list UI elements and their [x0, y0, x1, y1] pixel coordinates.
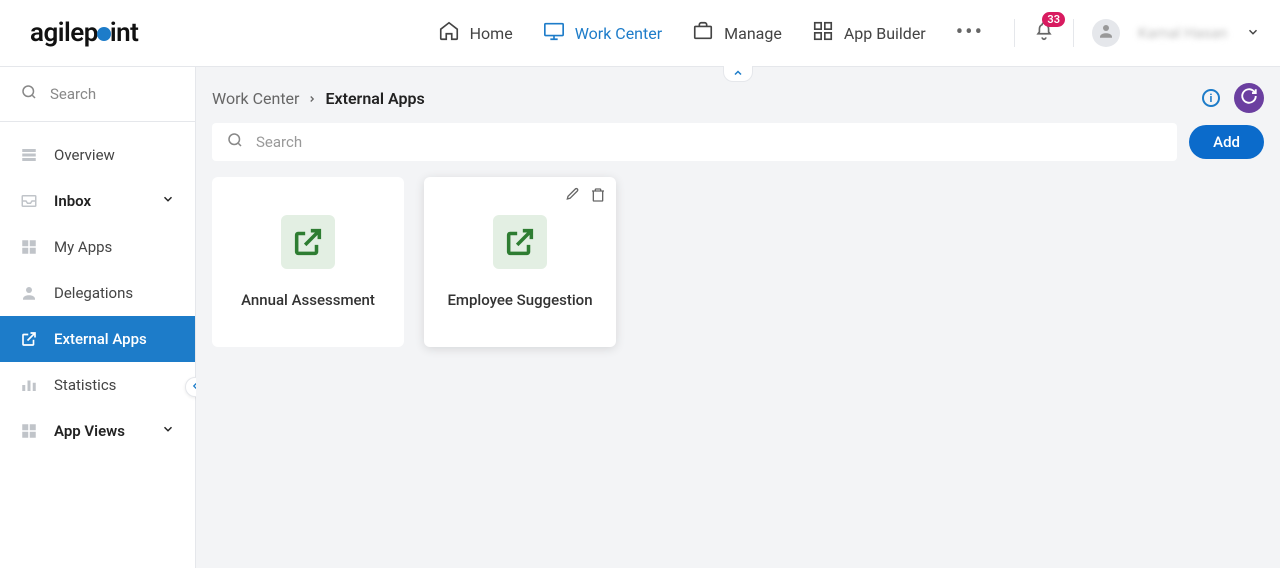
inbox-icon: [20, 192, 38, 210]
chevron-down-icon: [161, 192, 175, 210]
card-actions: [564, 187, 606, 207]
external-link-icon: [281, 215, 335, 269]
sidebar-item-delegations[interactable]: Delegations: [0, 270, 195, 316]
main-search-input[interactable]: [256, 133, 1163, 151]
nav-manage[interactable]: Manage: [692, 20, 782, 46]
sidebar-item-statistics[interactable]: Statistics: [0, 362, 195, 408]
card-label: Annual Assessment: [241, 291, 375, 309]
edit-button[interactable]: [564, 187, 580, 207]
nav-work-center-label: Work Center: [575, 24, 662, 43]
main-search[interactable]: [212, 123, 1177, 161]
nav-app-builder-label: App Builder: [844, 24, 926, 43]
card-label: Employee Suggestion: [447, 291, 592, 309]
briefcase-icon: [692, 20, 714, 46]
delete-button[interactable]: [590, 187, 606, 207]
search-icon: [226, 131, 244, 153]
top-nav: Home Work Center Manage App Builder •••: [438, 20, 984, 46]
sidebar-item-label: External Apps: [54, 330, 147, 348]
chart-icon: [20, 376, 38, 394]
more-icon: •••: [956, 22, 984, 44]
apps-icon: [20, 238, 38, 256]
monitor-icon: [543, 20, 565, 46]
breadcrumb-current: External Apps: [325, 89, 424, 108]
app-header: agilep int Home Work Center Manage: [0, 0, 1280, 67]
nav-home[interactable]: Home: [438, 20, 513, 46]
sidebar-item-my-apps[interactable]: My Apps: [0, 224, 195, 270]
chevron-down-icon[interactable]: [1246, 24, 1260, 43]
overview-icon: [20, 146, 38, 164]
sidebar-item-inbox[interactable]: Inbox: [0, 178, 195, 224]
user-icon: [1097, 22, 1115, 44]
refresh-button[interactable]: [1234, 83, 1264, 113]
nav-manage-label: Manage: [724, 24, 782, 43]
add-button[interactable]: Add: [1189, 125, 1264, 159]
logo[interactable]: agilep int: [30, 18, 138, 48]
logo-text-suffix: int: [110, 18, 139, 48]
layout: Overview Inbox My Apps: [0, 67, 1280, 568]
sidebar-item-label: Statistics: [54, 376, 116, 394]
header-right: 33 Kamal Hasan: [1014, 19, 1260, 47]
logo-text-prefix: agilep: [30, 18, 98, 48]
sidebar-item-external-apps[interactable]: External Apps: [0, 316, 195, 362]
breadcrumb-actions: i: [1202, 83, 1264, 113]
avatar[interactable]: [1092, 19, 1120, 47]
breadcrumb-parent[interactable]: Work Center: [212, 89, 299, 108]
expand-header-button[interactable]: [723, 66, 753, 82]
chevron-up-icon: [732, 64, 744, 83]
main-content: Work Center External Apps i: [196, 67, 1280, 568]
chevron-right-icon: [307, 89, 317, 108]
home-icon: [438, 20, 460, 46]
sidebar-search[interactable]: [0, 67, 195, 122]
view-icon: [20, 422, 38, 440]
user-icon: [20, 284, 38, 302]
refresh-icon: [1240, 87, 1258, 109]
toolbar: Add: [196, 123, 1280, 177]
external-link-icon: [20, 330, 38, 348]
breadcrumb: Work Center External Apps: [212, 89, 425, 108]
sidebar-item-label: App Views: [54, 422, 125, 440]
bell-icon: [1033, 27, 1055, 46]
divider: [1073, 19, 1074, 47]
sidebar: Overview Inbox My Apps: [0, 67, 196, 568]
sidebar-nav: Overview Inbox My Apps: [0, 122, 195, 454]
sidebar-item-label: Delegations: [54, 284, 133, 302]
chevron-down-icon: [161, 422, 175, 440]
sidebar-item-overview[interactable]: Overview: [0, 132, 195, 178]
cards-container: Annual Assessment Employee Suggestion: [196, 177, 1280, 347]
nav-home-label: Home: [470, 24, 513, 43]
divider: [1014, 19, 1015, 47]
user-name: Kamal Hasan: [1138, 24, 1228, 42]
info-icon: i: [1210, 92, 1213, 105]
notification-badge: 33: [1042, 12, 1065, 27]
nav-more[interactable]: •••: [956, 22, 984, 44]
logo-dot-icon: [97, 27, 111, 41]
nav-app-builder[interactable]: App Builder: [812, 20, 926, 46]
info-button[interactable]: i: [1202, 89, 1220, 107]
nav-work-center[interactable]: Work Center: [543, 20, 662, 46]
sidebar-item-label: My Apps: [54, 238, 112, 256]
sidebar-item-label: Inbox: [54, 192, 91, 210]
search-icon: [20, 83, 38, 105]
sidebar-item-app-views[interactable]: App Views: [0, 408, 195, 454]
app-card-employee-suggestion[interactable]: Employee Suggestion: [424, 177, 616, 347]
app-card-annual-assessment[interactable]: Annual Assessment: [212, 177, 404, 347]
grid-icon: [812, 20, 834, 46]
sidebar-search-input[interactable]: [50, 85, 175, 103]
sidebar-item-label: Overview: [54, 146, 115, 164]
external-link-icon: [493, 215, 547, 269]
notifications-button[interactable]: 33: [1033, 20, 1055, 46]
